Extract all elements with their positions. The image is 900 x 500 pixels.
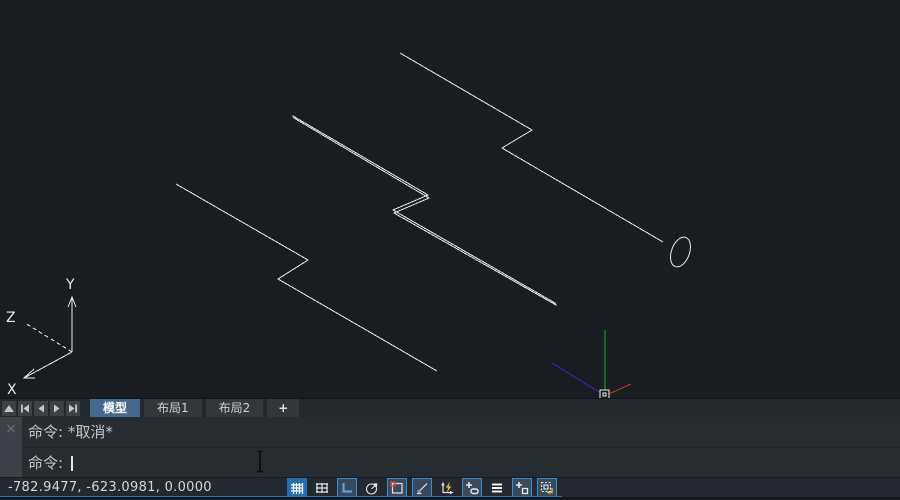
command-history-line: 命令: *取消* (22, 417, 900, 447)
tab-layout1[interactable]: 布局1 (144, 399, 202, 418)
ucs-z-label: Z (6, 310, 16, 326)
drawing-svg: Y X Z (0, 0, 900, 398)
command-gutter: × (0, 417, 22, 477)
previous-tab-icon[interactable] (34, 401, 48, 416)
tab-list: 模型 布局1 布局2 + (90, 399, 299, 418)
close-icon[interactable]: × (4, 422, 18, 436)
pipe-end-ellipse (667, 234, 695, 269)
status-bar: -782.9477, -623.0981, 0.0000 (0, 477, 900, 500)
ucs-x-axis (24, 352, 72, 378)
drawing-canvas[interactable]: Y X Z (0, 0, 900, 398)
command-panel: × 命令: *取消* 命令: (0, 417, 900, 477)
coordinates-readout[interactable]: -782.9477, -623.0981, 0.0000 (8, 480, 212, 496)
expand-tabs-icon[interactable] (2, 401, 16, 416)
sheet-tab-bar: 模型 布局1 布局2 + (0, 398, 900, 417)
zigzag-line-top (400, 53, 663, 242)
origin-marker-outer (600, 390, 609, 398)
status-icon-row (287, 478, 557, 497)
zigzag-line-bottom (176, 184, 437, 371)
annotation-scale-icon[interactable] (537, 478, 557, 497)
command-input-line[interactable]: 命令: (22, 447, 900, 477)
ucs-x-label: X (7, 382, 17, 398)
command-rows: 命令: *取消* 命令: (22, 417, 900, 477)
zigzag-double-line-middle (293, 116, 556, 305)
command-prompt-text: 命令: (28, 454, 63, 472)
ucs-z-axis (25, 323, 72, 352)
tab-model[interactable]: 模型 (90, 399, 140, 418)
snap-icon[interactable] (287, 478, 307, 497)
ucs-y-label: Y (65, 277, 75, 293)
add-layout-tab[interactable]: + (267, 399, 299, 418)
tab-layout2[interactable]: 布局2 (206, 399, 264, 418)
grid-icon[interactable] (312, 478, 332, 497)
lineweight-icon[interactable] (462, 478, 482, 497)
object-snap-icon[interactable] (387, 478, 407, 497)
text-caret (71, 456, 73, 471)
next-tab-icon[interactable] (50, 401, 64, 416)
ortho-icon[interactable] (337, 478, 357, 497)
command-history-text: 命令: *取消* (28, 423, 113, 441)
selection-cycling-icon[interactable] (512, 478, 532, 497)
object-snap-tracking-icon[interactable] (412, 478, 432, 497)
dynamic-input-icon[interactable] (437, 478, 457, 497)
transparency-icon[interactable] (487, 478, 507, 497)
last-tab-icon[interactable] (66, 401, 80, 416)
first-tab-icon[interactable] (18, 401, 32, 416)
ibeam-cursor (254, 450, 266, 477)
polar-tracking-icon[interactable] (362, 478, 382, 497)
